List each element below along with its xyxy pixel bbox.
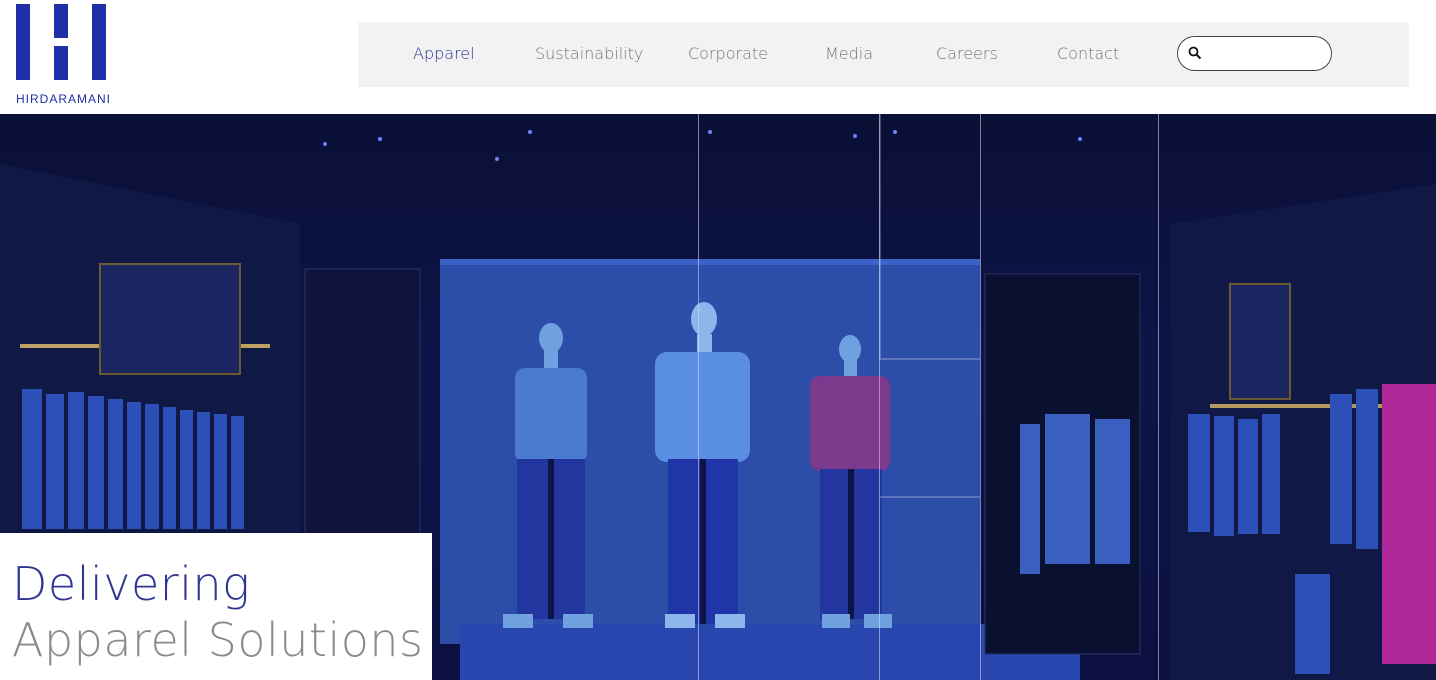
hero-grid-line (879, 114, 880, 680)
site-header: HIRDARAMANI Apparel Sustainability Corpo… (0, 0, 1436, 114)
hero-headline: Delivering (12, 557, 251, 611)
nav-item-sustainability[interactable]: Sustainability (535, 44, 643, 63)
hero-caption: Delivering Apparel Solutions (0, 533, 432, 680)
logo-mark-icon (16, 4, 106, 80)
nav-item-media[interactable]: Media (825, 44, 873, 63)
nav-item-corporate[interactable]: Corporate (688, 44, 768, 63)
main-nav: Apparel Sustainability Corporate Media C… (358, 22, 1409, 87)
brand-name: HIRDARAMANI (16, 92, 112, 106)
search-box[interactable] (1177, 36, 1332, 71)
hero-grid-line (1158, 114, 1159, 680)
nav-item-contact[interactable]: Contact (1057, 44, 1119, 63)
hero-subheadline: Apparel Solutions (12, 613, 424, 667)
search-input[interactable] (1208, 43, 1327, 67)
hero-grid-line (698, 114, 699, 680)
nav-item-apparel[interactable]: Apparel (413, 44, 475, 63)
nav-item-careers[interactable]: Careers (936, 44, 998, 63)
hero-grid-line (980, 114, 981, 680)
hero-banner: Delivering Apparel Solutions (0, 114, 1436, 680)
search-icon[interactable] (1188, 46, 1202, 60)
brand-logo[interactable]: HIRDARAMANI (16, 4, 116, 108)
